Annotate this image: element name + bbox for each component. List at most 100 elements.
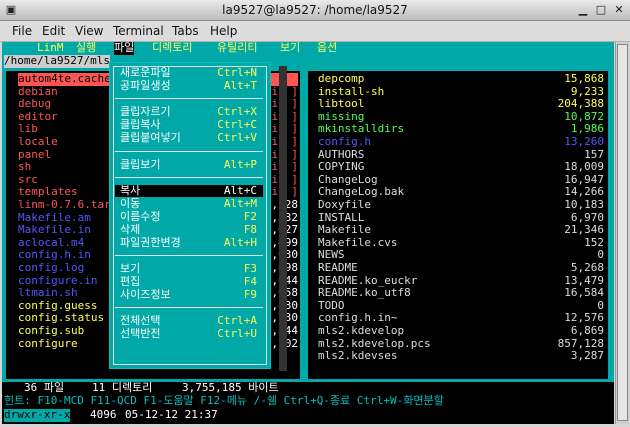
popup-item-shortcut: Alt+P	[223, 158, 257, 171]
window-titlebar: ▣ la9527@la9527: /home/la9527 ▁ □ ✕	[0, 0, 630, 21]
menu-help[interactable]: Help	[210, 24, 237, 38]
right-file-size: 13,260	[564, 135, 604, 148]
right-file-row[interactable]: Makefile	[318, 224, 371, 237]
popup-item-shortcut: F2	[243, 210, 257, 223]
popup-separator	[115, 151, 263, 152]
popup-item[interactable]: 삭제 F8	[115, 224, 263, 236]
popup-item[interactable]: 클립보기 Alt+P	[115, 159, 263, 171]
right-file-row[interactable]: config.h	[318, 135, 371, 149]
popup-item-shortcut: Alt+M	[223, 197, 257, 210]
popup-item[interactable]: 클립붙여넣기 Ctrl+V	[115, 132, 263, 144]
menu-edit[interactable]: Edit	[42, 24, 65, 38]
left-file-row[interactable]: config.log	[18, 261, 84, 275]
popup-item-label: 클립붙여넣기	[120, 131, 181, 144]
popup-item-shortcut: Alt+H	[223, 236, 257, 249]
popup-item-shortcut: Ctrl+X	[217, 105, 257, 118]
file-menu-popup: 새로운파일 Ctrl+N 공파일생성 Alt+T 클립자르기 Ctrl+X 클립복사 Ctrl…	[109, 62, 271, 369]
left-file-row[interactable]: config.sub	[18, 324, 84, 338]
file-count: 36 파일	[24, 381, 65, 394]
menu-view[interactable]: View	[75, 24, 103, 38]
popup-item-label: 파일권한변경	[120, 236, 181, 249]
popup-item[interactable]: 공파일생성 Alt+T	[115, 80, 263, 92]
left-file-row[interactable]: ltmain.sh	[18, 287, 78, 300]
byte-count: 3,755,185 바이트	[182, 381, 279, 394]
command-line[interactable]: drwxr-xr-x 4096 05-12-12 21:37	[2, 408, 614, 422]
popup-item[interactable]: 이동 Alt+M	[115, 198, 263, 210]
popup-item-label: 보기	[120, 262, 141, 275]
size-text: 4096	[90, 408, 117, 421]
popup-item-shortcut: Ctrl+N	[217, 66, 257, 79]
mc-menu-util[interactable]: 유틸리티	[217, 42, 257, 55]
mc-menu-file[interactable]: 파일	[114, 42, 135, 55]
popup-item-label: 선택반전	[120, 327, 161, 340]
terminal-menubar: File Edit View Terminal Tabs Help	[0, 21, 630, 42]
popup-item-shortcut: Alt+T	[223, 79, 257, 92]
right-file-row[interactable]: libtool	[318, 98, 364, 111]
popup-item[interactable]: 복사 Alt+C	[115, 185, 263, 197]
scrollbar-thumb[interactable]	[617, 44, 628, 421]
popup-item[interactable]: 이름수정 F2	[115, 211, 263, 223]
hint-text: 힌트: F10-MCD F11-QCD F1-도움말 F12-메뉴 /-쉘 Ct…	[4, 394, 444, 407]
popup-item-label: 공파일생성	[120, 79, 171, 92]
mc-menu-view[interactable]: 보기	[280, 42, 300, 55]
popup-item-label: 전체선택	[120, 314, 161, 327]
popup-item[interactable]: 선택반전 Ctrl+U	[115, 328, 263, 340]
right-file-size: 6,869	[570, 324, 604, 337]
right-file-row[interactable]: mls2.kdevses	[318, 350, 397, 363]
popup-item[interactable]: 파일권한변경 Alt+H	[115, 237, 263, 249]
right-file-size: 21,346	[564, 223, 604, 237]
popup-item[interactable]: 전체선택 Ctrl+A	[115, 315, 263, 327]
popup-separator	[115, 255, 263, 256]
mc-menu-dir[interactable]: 디렉토리	[152, 42, 192, 55]
date-text: 05-12-12 21:37	[125, 408, 218, 421]
left-file-row[interactable]: sh	[18, 161, 31, 174]
perm-text: drwxr-xr-x	[4, 408, 71, 422]
popup-item[interactable]: 사이즈정보 F9	[115, 289, 263, 301]
right-file-size: 15,868	[564, 72, 604, 85]
menu-file[interactable]: File	[12, 24, 32, 38]
right-panel-list[interactable]: depcomp 15,868 install-sh 9,233 libtool 204,3…	[307, 70, 609, 380]
popup-item-shortcut: F8	[243, 223, 257, 236]
mc-menu-linm[interactable]: LinM	[37, 42, 64, 55]
maximize-icon[interactable]: □	[594, 3, 608, 16]
popup-item-label: 삭제	[120, 223, 141, 236]
left-file-row[interactable]: Makefile.in	[18, 224, 91, 237]
popup-item[interactable]: 새로운파일 Ctrl+N	[115, 67, 263, 79]
popup-item-label: 클립복사	[120, 118, 161, 131]
popup-item[interactable]: 클립복사 Ctrl+C	[115, 119, 263, 131]
terminal-scrollbar[interactable]	[615, 42, 629, 424]
terminal-area[interactable]: LinM 실행 파일 디렉토리 유틸리티 보기 옵션 /home/la9527/…	[2, 42, 614, 424]
right-file-size: 204,388	[557, 97, 604, 111]
right-file-row[interactable]: README	[318, 261, 358, 275]
window-title: la9527@la9527: /home/la9527	[222, 3, 408, 17]
menu-tabs[interactable]: Tabs	[172, 24, 199, 38]
right-file-row[interactable]: COPYING	[318, 161, 364, 174]
right-file-row[interactable]: mls2.kdevelop	[318, 324, 404, 338]
close-icon[interactable]: ✕	[612, 3, 626, 16]
right-file-row[interactable]: Doxyfile	[318, 198, 371, 212]
left-file-row[interactable]: debug	[18, 98, 51, 111]
popup-item[interactable]: 편집 F4	[115, 276, 263, 288]
right-file-size: 16,584	[564, 286, 604, 300]
path-line: /home/la9527/mls	[2, 54, 614, 68]
right-file-row[interactable]: depcomp	[318, 72, 364, 86]
minimize-icon[interactable]: ▁	[576, 3, 590, 16]
left-file-row[interactable]: locale	[18, 135, 58, 149]
popup-item-label: 편집	[120, 275, 141, 288]
popup-item-shortcut: Ctrl+V	[217, 131, 257, 144]
mc-menu-run[interactable]: 실행	[76, 42, 96, 55]
menu-terminal[interactable]: Terminal	[113, 24, 164, 38]
mc-menu-options[interactable]: 옵션	[317, 42, 337, 55]
popup-item-label: 클립보기	[120, 158, 161, 171]
popup-item[interactable]: 보기 F3	[115, 263, 263, 275]
left-file-row[interactable]: linm-0.7.6.tar	[18, 198, 111, 212]
popup-separator	[115, 307, 263, 308]
right-file-row[interactable]: README.ko_utf8	[318, 287, 411, 300]
popup-item-shortcut: Ctrl+U	[217, 327, 257, 340]
popup-item[interactable]: 클립자르기 Ctrl+X	[115, 106, 263, 118]
right-panel[interactable]: depcomp 15,868 install-sh 9,233 libtool 204,3…	[304, 68, 614, 382]
current-path: /home/la9527/mls	[4, 54, 110, 68]
popup-item-shortcut: F3	[243, 262, 257, 275]
left-file-row[interactable]: configure	[18, 337, 78, 351]
right-file-size: 3,287	[570, 349, 604, 363]
